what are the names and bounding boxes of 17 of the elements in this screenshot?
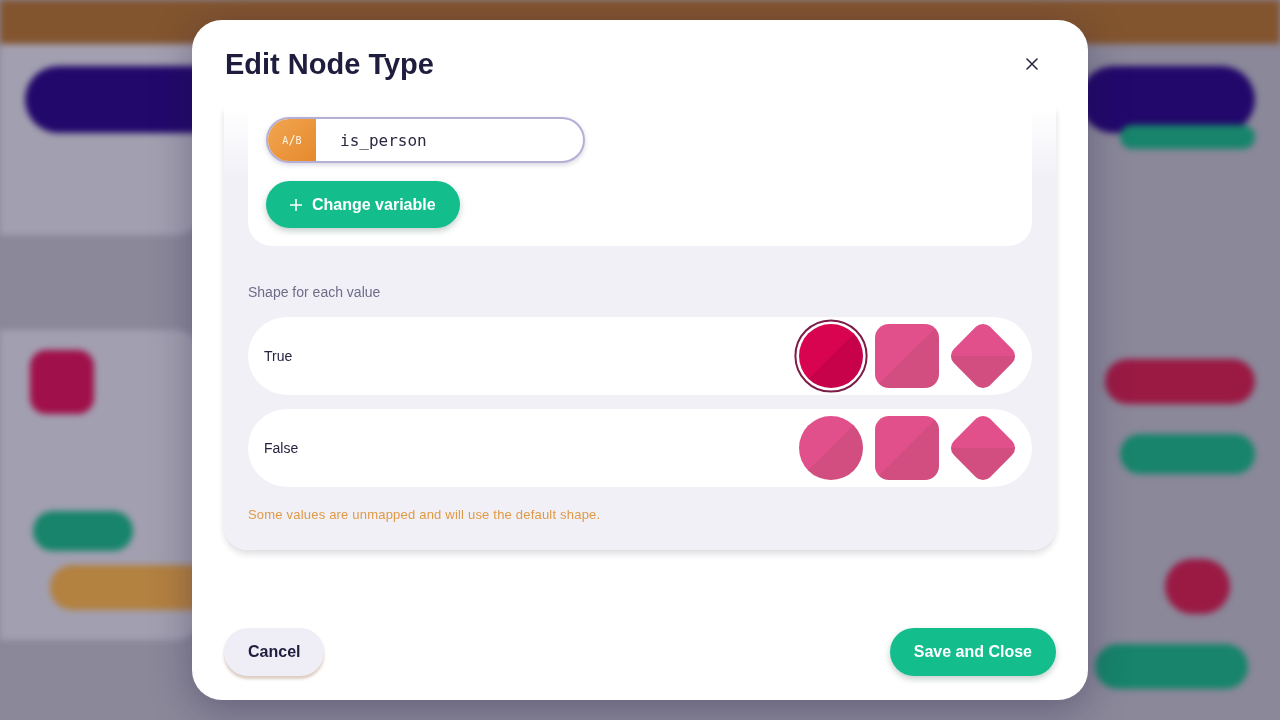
background-pill — [1165, 559, 1230, 614]
diamond-shape-icon[interactable] — [951, 324, 1015, 388]
diamond-shape-icon[interactable] — [951, 416, 1015, 480]
dialog-title: Edit Node Type — [225, 47, 434, 82]
square-shape-icon[interactable] — [875, 416, 939, 480]
cancel-button[interactable]: Cancel — [224, 628, 325, 676]
plus-icon — [290, 198, 302, 211]
variable-name: is_person — [339, 129, 427, 152]
value-label: False — [264, 440, 300, 456]
close-icon[interactable] — [1026, 58, 1038, 70]
unmapped-warning: Some values are unmapped and will use the default shape. — [248, 507, 602, 523]
background-swatch — [30, 350, 94, 414]
square-shape-icon[interactable] — [875, 324, 939, 388]
circle-shape-icon[interactable] — [799, 416, 863, 480]
value-label: True — [264, 348, 294, 364]
section-label: Shape for each value — [248, 283, 382, 301]
circle-shape-icon[interactable] — [794, 319, 868, 393]
